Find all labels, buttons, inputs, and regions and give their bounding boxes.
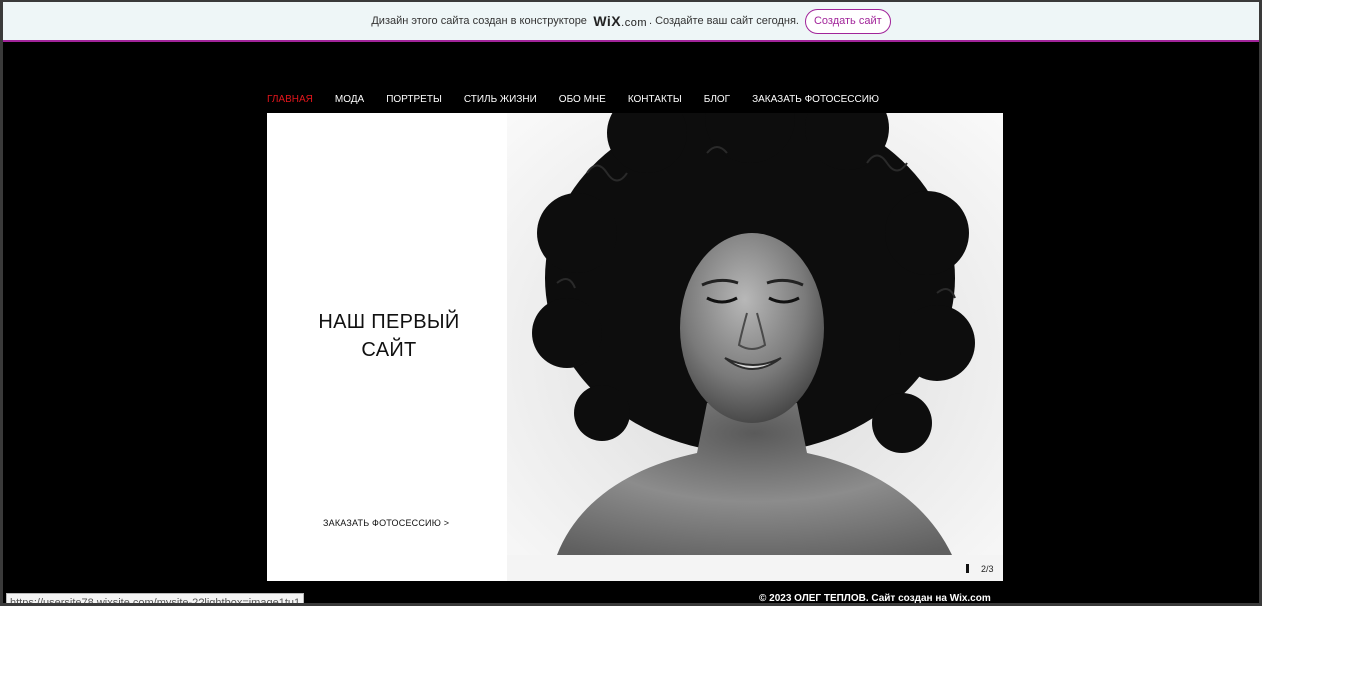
nav-item-fashion[interactable]: МОДА: [335, 94, 364, 110]
nav-item-blog[interactable]: БЛОГ: [704, 94, 730, 110]
create-site-button[interactable]: Создать сайт: [804, 8, 891, 34]
slide-counter: 2/3: [981, 564, 994, 574]
wix-promo-banner: Дизайн этого сайта создан в конструкторе…: [3, 2, 1259, 42]
main-nav: ГЛАВНАЯ МОДА ПОРТРЕТЫ СТИЛЬ ЖИЗНИ ОБО МН…: [267, 94, 901, 110]
nav-item-about[interactable]: ОБО МНЕ: [559, 94, 606, 110]
order-photoshoot-link[interactable]: ЗАКАЗАТЬ ФОТОСЕССИЮ >: [323, 518, 449, 528]
nav-item-home[interactable]: ГЛАВНАЯ: [267, 94, 313, 110]
browser-viewport: Дизайн этого сайта создан в конструкторе…: [0, 0, 1262, 606]
slideshow-controls-bar: [507, 555, 1003, 581]
banner-text-after: . Создайте ваш сайт сегодня.: [649, 15, 799, 27]
nav-item-contacts[interactable]: КОНТАКТЫ: [628, 94, 682, 110]
wix-logo: WiX.com: [593, 13, 647, 29]
nav-item-order-photoshoot[interactable]: ЗАКАЗАТЬ ФОТОСЕССИЮ: [752, 94, 879, 110]
nav-item-lifestyle[interactable]: СТИЛЬ ЖИЗНИ: [464, 94, 537, 110]
hero-title: НАШ ПЕРВЫЙ САЙТ: [318, 311, 460, 361]
hero-slideshow: НАШ ПЕРВЫЙ САЙТ ЗАКАЗАТЬ ФОТОСЕССИЮ > 2/…: [267, 113, 1003, 581]
banner-text-before: Дизайн этого сайта создан в конструкторе: [371, 15, 587, 27]
nav-item-portraits[interactable]: ПОРТРЕТЫ: [386, 94, 442, 110]
pause-icon[interactable]: [966, 564, 969, 573]
status-bar-url: https://usersite78.wixsite.com/mysite-2?…: [6, 593, 305, 603]
hero-photo[interactable]: [507, 113, 1003, 555]
footer-copyright: © 2023 ОЛЕГ ТЕПЛОВ. Сайт создан на Wix.c…: [759, 593, 991, 604]
